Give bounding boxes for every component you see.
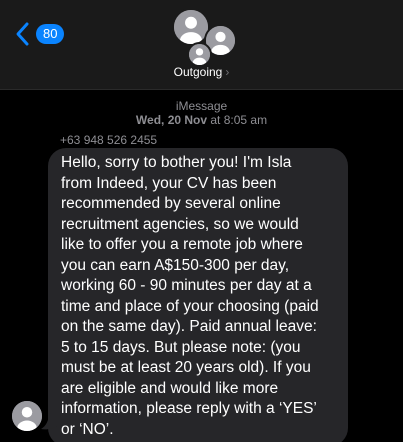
chevron-left-icon	[16, 22, 29, 46]
timestamp-separator: at	[207, 113, 224, 127]
message-timestamp: Wed, 20 Nov at 8:05 am	[0, 113, 403, 127]
back-button[interactable]: 80	[14, 21, 65, 47]
message-time: 8:05 am	[223, 113, 268, 127]
contact-name: Outgoing	[173, 65, 223, 79]
sender-number: +63 948 526 2455	[60, 133, 158, 147]
contact-name-button[interactable]: Outgoing ›	[0, 65, 403, 79]
chevron-right-icon: ›	[225, 65, 230, 79]
message-bubble[interactable]: Hello, sorry to bother you! I'm Isla fro…	[48, 148, 348, 442]
unread-count-badge: 80	[36, 24, 65, 44]
conversation-header: 80 Outgoing ›	[0, 0, 403, 90]
person-icon	[187, 42, 212, 67]
messages-screen: 80 Outgoing › iMessage Wed, 20 Nov at 8:0…	[0, 0, 403, 442]
bubble-tail	[41, 412, 57, 430]
service-label: iMessage	[175, 99, 228, 113]
sender-avatar[interactable]	[12, 401, 42, 431]
message-date: Wed, 20 Nov	[135, 113, 208, 127]
group-avatar[interactable]	[170, 6, 237, 67]
